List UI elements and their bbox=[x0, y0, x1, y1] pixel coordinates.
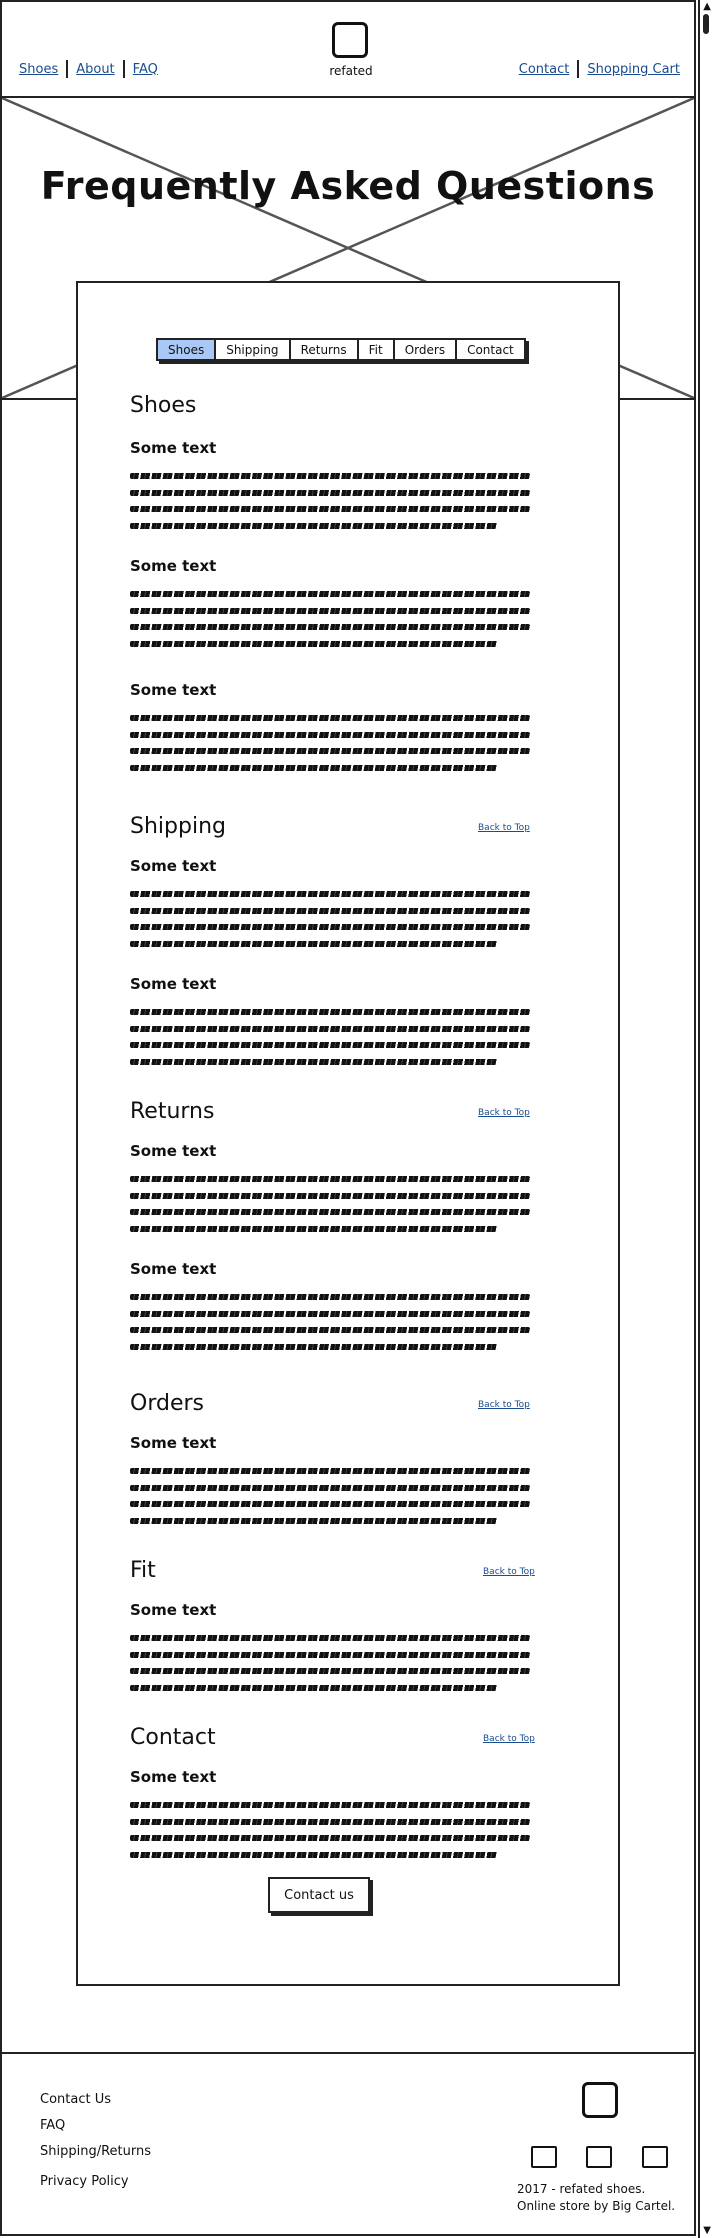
question-heading: Some text bbox=[130, 1601, 217, 1619]
answer-text-placeholder bbox=[130, 1635, 530, 1701]
faq-tab-bar: Shoes Shipping Returns Fit Orders Contac… bbox=[156, 338, 526, 361]
nav-link-faq[interactable]: FAQ bbox=[125, 62, 166, 77]
back-to-top-link[interactable]: Back to Top bbox=[478, 1400, 530, 1410]
nav-link-contact[interactable]: Contact bbox=[511, 62, 578, 77]
question-heading: Some text bbox=[130, 557, 217, 575]
question-heading: Some text bbox=[130, 439, 217, 457]
logo-placeholder-icon[interactable] bbox=[332, 22, 368, 58]
site-header: Shoes About FAQ refated Contact Shopping… bbox=[2, 2, 694, 98]
nav-link-about[interactable]: About bbox=[68, 62, 122, 77]
section-title-returns: Returns bbox=[130, 1099, 215, 1124]
section-title-orders: Orders bbox=[130, 1391, 204, 1416]
copyright-line-2: Online store by Big Cartel. bbox=[517, 2199, 676, 2213]
section-title-contact: Contact bbox=[130, 1725, 216, 1750]
answer-text-placeholder bbox=[130, 591, 530, 657]
social-icon-2[interactable] bbox=[586, 2146, 612, 2168]
question-heading: Some text bbox=[130, 975, 217, 993]
nav-link-shoes[interactable]: Shoes bbox=[19, 62, 66, 77]
question-heading: Some text bbox=[130, 1260, 217, 1278]
nav-right: Contact Shopping Cart bbox=[511, 60, 680, 78]
section-title-fit: Fit bbox=[130, 1558, 156, 1583]
question-heading: Some text bbox=[130, 1434, 217, 1452]
question-heading: Some text bbox=[130, 681, 217, 699]
nav-left: Shoes About FAQ bbox=[19, 60, 166, 78]
answer-text-placeholder bbox=[130, 1176, 530, 1242]
social-icon-1[interactable] bbox=[531, 2146, 557, 2168]
footer-link-contact-us[interactable]: Contact Us bbox=[40, 2092, 111, 2107]
copyright-text: 2017 - refated shoes. Online store by Bi… bbox=[517, 2181, 675, 2215]
footer-link-shipping-returns[interactable]: Shipping/Returns bbox=[40, 2144, 151, 2159]
logo-text[interactable]: refated bbox=[302, 64, 400, 78]
answer-text-placeholder bbox=[130, 1468, 530, 1534]
footer-logo-icon[interactable] bbox=[582, 2082, 618, 2118]
back-to-top-link[interactable]: Back to Top bbox=[478, 823, 530, 833]
site-footer: Contact Us FAQ Shipping/Returns Privacy … bbox=[2, 2052, 694, 2238]
back-to-top-link[interactable]: Back to Top bbox=[478, 1108, 530, 1118]
nav-link-shopping-cart[interactable]: Shopping Cart bbox=[579, 62, 680, 77]
section-title-shoes: Shoes bbox=[130, 393, 197, 418]
tab-fit[interactable]: Fit bbox=[359, 340, 395, 359]
answer-text-placeholder bbox=[130, 1802, 530, 1868]
section-title-shipping: Shipping bbox=[130, 814, 226, 839]
vertical-scrollbar[interactable]: ▲ ▼ bbox=[698, 0, 712, 2238]
contact-us-button[interactable]: Contact us bbox=[268, 1877, 370, 1913]
social-icon-3[interactable] bbox=[642, 2146, 668, 2168]
tab-shoes[interactable]: Shoes bbox=[158, 340, 217, 359]
answer-text-placeholder bbox=[130, 1294, 530, 1360]
copyright-line-1: 2017 - refated shoes. bbox=[517, 2182, 646, 2196]
answer-text-placeholder bbox=[130, 1009, 530, 1075]
tab-returns[interactable]: Returns bbox=[291, 340, 359, 359]
question-heading: Some text bbox=[130, 1142, 217, 1160]
answer-text-placeholder bbox=[130, 473, 530, 539]
scroll-thumb[interactable] bbox=[703, 14, 709, 34]
answer-text-placeholder bbox=[130, 891, 530, 957]
page-title: Frequently Asked Questions bbox=[40, 164, 656, 208]
footer-link-faq[interactable]: FAQ bbox=[40, 2118, 65, 2133]
answer-text-placeholder bbox=[130, 715, 530, 781]
tab-orders[interactable]: Orders bbox=[395, 340, 458, 359]
tab-shipping[interactable]: Shipping bbox=[216, 340, 291, 359]
back-to-top-link[interactable]: Back to Top bbox=[483, 1567, 535, 1577]
question-heading: Some text bbox=[130, 857, 217, 875]
scroll-up-arrow-icon[interactable]: ▲ bbox=[703, 2, 711, 12]
scroll-down-arrow-icon[interactable]: ▼ bbox=[703, 2226, 711, 2236]
back-to-top-link[interactable]: Back to Top bbox=[483, 1734, 535, 1744]
footer-link-privacy-policy[interactable]: Privacy Policy bbox=[40, 2174, 129, 2189]
tab-contact[interactable]: Contact bbox=[457, 340, 524, 359]
question-heading: Some text bbox=[130, 1768, 217, 1786]
faq-panel: Shoes Shipping Returns Fit Orders Contac… bbox=[76, 281, 620, 1986]
